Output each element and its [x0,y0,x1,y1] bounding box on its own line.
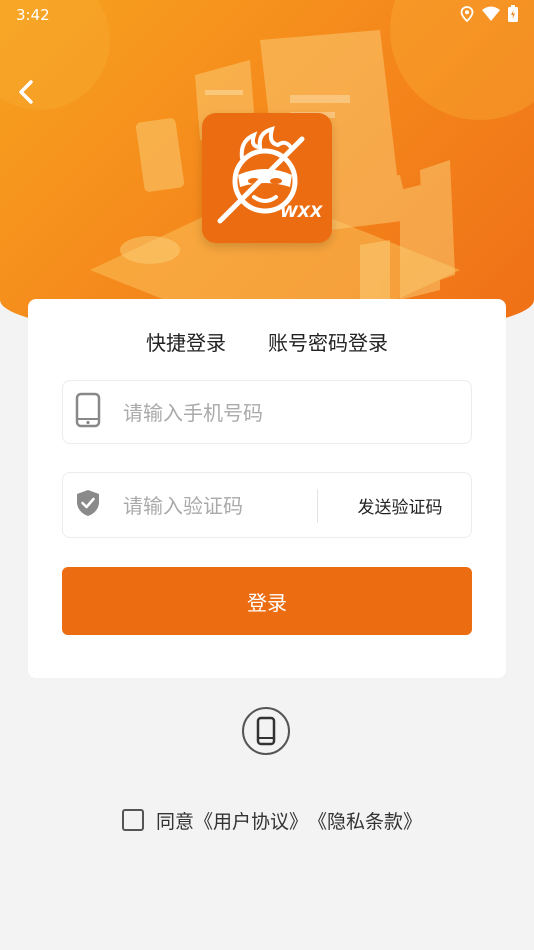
mobile-phone-icon [75,392,101,432]
logo-text: WXX [280,202,323,221]
shield-check-icon [75,488,101,522]
status-time: 3:42 [16,6,50,24]
status-bar: 3:42 [0,0,534,30]
location-icon [460,5,474,22]
login-tabs: 快捷登录 账号密码登录 [28,327,506,394]
agreement-row: 同意 《用户协议》 《隐私条款》 [122,806,422,834]
agreement-prefix: 同意 [156,810,195,833]
phone-input[interactable] [121,381,455,445]
back-button[interactable] [10,76,42,108]
field-divider [317,489,318,523]
mobile-phone-circle-icon [256,716,276,746]
login-button[interactable]: 登录 [62,567,472,635]
battery-icon [508,5,518,22]
tab-password-login[interactable]: 账号密码登录 [268,327,388,356]
agreement-checkbox[interactable] [122,809,144,831]
app-logo: WXX [202,113,332,243]
phone-login-button[interactable] [242,707,290,755]
chevron-left-icon [19,80,33,104]
status-icons [460,5,518,22]
phone-field [62,380,472,445]
monkey-mascot-logo: WXX [217,126,323,224]
login-card: 快捷登录 账号密码登录 发送验证码 登录 [28,299,506,678]
code-input[interactable] [121,473,315,539]
code-field: 发送验证码 [62,472,472,539]
user-agreement-link[interactable]: 《用户协议》 [194,807,308,834]
wifi-icon [482,6,500,21]
tab-quick-login[interactable]: 快捷登录 [146,327,226,356]
privacy-policy-link[interactable]: 《隐私条款》 [308,807,422,834]
send-code-button[interactable]: 发送验证码 [335,473,465,537]
